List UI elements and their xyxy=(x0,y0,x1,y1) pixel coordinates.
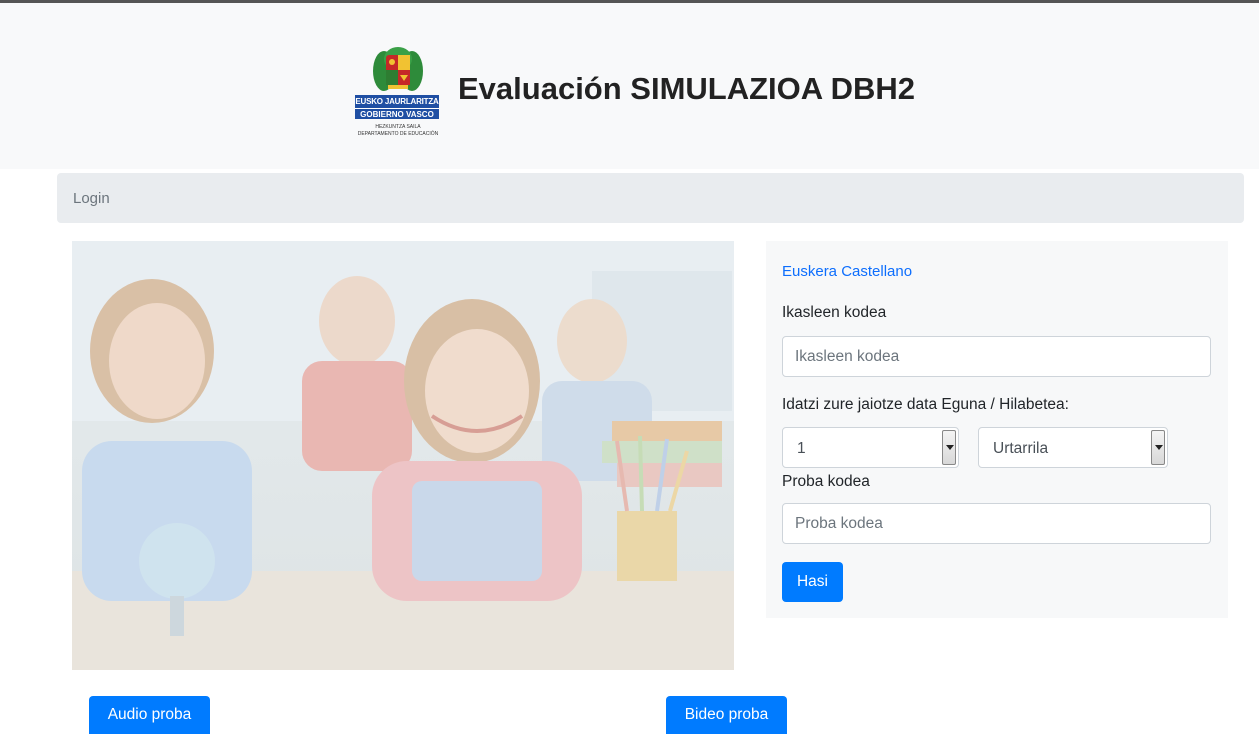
chevron-down-icon xyxy=(1151,430,1165,465)
birthdate-label: Idatzi zure jaiotze data Eguna / Hilabet… xyxy=(782,396,1069,413)
login-form-panel: Euskera Castellano Ikasleen kodea Idatzi… xyxy=(766,241,1228,618)
breadcrumb-item-login: Login xyxy=(73,190,110,207)
logo-text-department-eu: HEZKUNTZA SAILA xyxy=(375,124,421,130)
language-switcher-links[interactable]: Euskera Castellano xyxy=(782,263,912,280)
day-select-value: 1 xyxy=(797,440,806,457)
video-test-button[interactable]: Bideo proba xyxy=(666,696,787,734)
day-select[interactable]: 1 xyxy=(782,427,959,468)
logo-text-department-es: DEPARTAMENTO DE EDUCACIÓN xyxy=(357,131,439,137)
basque-government-logo: EUSKO JAURLARITZA GOBIERNO VASCO HEZKUNT… xyxy=(342,45,454,151)
breadcrumb: Login xyxy=(57,173,1244,223)
page-title: Evaluación SIMULAZIOA DBH2 xyxy=(458,71,916,106)
test-code-label: Proba kodea xyxy=(782,473,870,490)
chevron-down-icon xyxy=(942,430,956,465)
logo-text-gobierno-vasco: GOBIERNO VASCO xyxy=(355,108,439,119)
logo-text-eusko-jaurlaritza: EUSKO JAURLARITZA xyxy=(355,95,439,108)
month-select[interactable]: Urtarrila xyxy=(978,427,1168,468)
student-code-label: Ikasleen kodea xyxy=(782,304,887,321)
start-button[interactable]: Hasi xyxy=(782,562,843,602)
coat-of-arms-icon xyxy=(373,47,423,91)
student-code-input[interactable] xyxy=(782,336,1211,377)
classroom-children-photo xyxy=(72,241,734,670)
test-code-input[interactable] xyxy=(782,503,1211,544)
page-header: EUSKO JAURLARITZA GOBIERNO VASCO HEZKUNT… xyxy=(0,3,1259,169)
month-select-value: Urtarrila xyxy=(993,440,1049,457)
audio-test-button[interactable]: Audio proba xyxy=(89,696,210,734)
